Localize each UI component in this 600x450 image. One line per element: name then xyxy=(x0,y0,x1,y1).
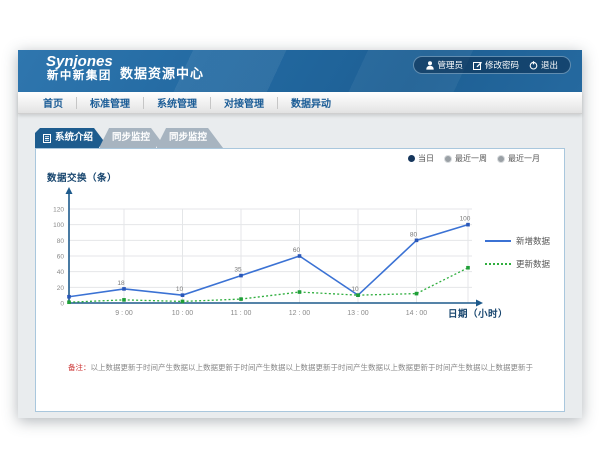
svg-text:20: 20 xyxy=(57,285,65,292)
svg-text:10: 10 xyxy=(351,286,359,293)
power-icon xyxy=(529,61,538,70)
nav-item-interface-mgmt[interactable]: 对接管理 xyxy=(211,95,277,110)
user-toolbar: 管理员 修改密码 退出 xyxy=(413,56,571,74)
nav-item-home[interactable]: 首页 xyxy=(30,95,76,110)
footnote: 备注：以上数据更新于时间产生数据以上数据更新于时间产生数据以上数据更新于时间产生… xyxy=(68,362,533,373)
svg-text:60: 60 xyxy=(57,254,65,261)
svg-text:80: 80 xyxy=(57,238,65,245)
svg-text:9 : 00: 9 : 00 xyxy=(115,310,133,317)
legend-item-updated-data: 更新数据 xyxy=(485,258,550,270)
legend-swatch-dotted-line xyxy=(485,263,511,265)
footnote-text: 以上数据更新于时间产生数据以上数据更新于时间产生数据以上数据更新于时间产生数据以… xyxy=(91,363,534,372)
brand-logo: Synjones 新中新集团 xyxy=(46,54,113,83)
radio-dot xyxy=(444,155,452,163)
radio-today[interactable]: 当日 xyxy=(408,153,434,164)
nav-item-system-mgmt[interactable]: 系统管理 xyxy=(144,95,210,110)
tab-sync-monitor-1[interactable]: 同步监控 xyxy=(99,128,166,148)
svg-text:12 : 00: 12 : 00 xyxy=(289,310,311,317)
app-window: Synjones 新中新集团 数据资源中心 管理员 修改密码 退出 首页 标准管… xyxy=(18,50,582,418)
svg-text:0: 0 xyxy=(60,301,64,308)
svg-text:13 : 00: 13 : 00 xyxy=(347,310,369,317)
svg-text:120: 120 xyxy=(53,207,64,214)
user-icon xyxy=(426,61,434,70)
svg-text:40: 40 xyxy=(57,269,65,276)
svg-text:14 : 00: 14 : 00 xyxy=(406,310,428,317)
svg-text:100: 100 xyxy=(460,216,471,223)
chart-legend: 新增数据 更新数据 xyxy=(485,235,550,270)
page-title: 数据资源中心 xyxy=(120,63,204,82)
app-header: Synjones 新中新集团 数据资源中心 管理员 修改密码 退出 xyxy=(18,50,582,92)
nav-item-data-change[interactable]: 数据异动 xyxy=(278,95,344,110)
nav-item-standard-mgmt[interactable]: 标准管理 xyxy=(77,95,143,110)
svg-text:100: 100 xyxy=(53,222,64,229)
radio-last-month[interactable]: 最近一月 xyxy=(497,153,540,164)
radio-dot xyxy=(497,155,505,163)
change-password-button[interactable]: 修改密码 xyxy=(468,59,524,71)
tab-sync-monitor-2[interactable]: 同步监控 xyxy=(156,128,223,148)
brand-subname: 新中新集团 xyxy=(46,70,113,83)
svg-text:60: 60 xyxy=(293,247,301,254)
radio-last-week[interactable]: 最近一周 xyxy=(444,153,487,164)
tab-system-intro[interactable]: 系统介绍 xyxy=(35,128,109,148)
x-axis-label: 日期（小时） xyxy=(448,306,508,320)
radio-dot-selected xyxy=(408,155,415,162)
y-axis-label: 数据交换（条） xyxy=(47,170,117,184)
edit-icon xyxy=(473,61,482,70)
chart-panel: 0 20 40 60 80 100 120 9 : 00 10 : 00 11 : 00 12 : … xyxy=(35,148,565,412)
svg-text:80: 80 xyxy=(410,231,418,238)
svg-text:35: 35 xyxy=(234,267,242,274)
svg-text:10: 10 xyxy=(176,286,184,293)
user-menu[interactable]: 管理员 xyxy=(421,59,468,71)
main-nav: 首页 标准管理 系统管理 对接管理 数据异动 xyxy=(18,92,582,114)
time-range-filters: 当日 最近一周 最近一月 xyxy=(408,153,540,164)
tab-bar: 系统介绍 同步监控 同步监控 xyxy=(35,128,223,148)
document-icon xyxy=(43,134,51,143)
footnote-label: 备注： xyxy=(68,363,91,372)
svg-text:10 : 00: 10 : 00 xyxy=(172,310,194,317)
brand-name: Synjones xyxy=(46,54,113,70)
legend-item-new-data: 新增数据 xyxy=(485,235,550,247)
svg-text:11 : 00: 11 : 00 xyxy=(231,310,252,317)
logout-button[interactable]: 退出 xyxy=(524,59,563,71)
svg-text:18: 18 xyxy=(117,280,125,287)
legend-swatch-solid-line xyxy=(485,240,511,242)
